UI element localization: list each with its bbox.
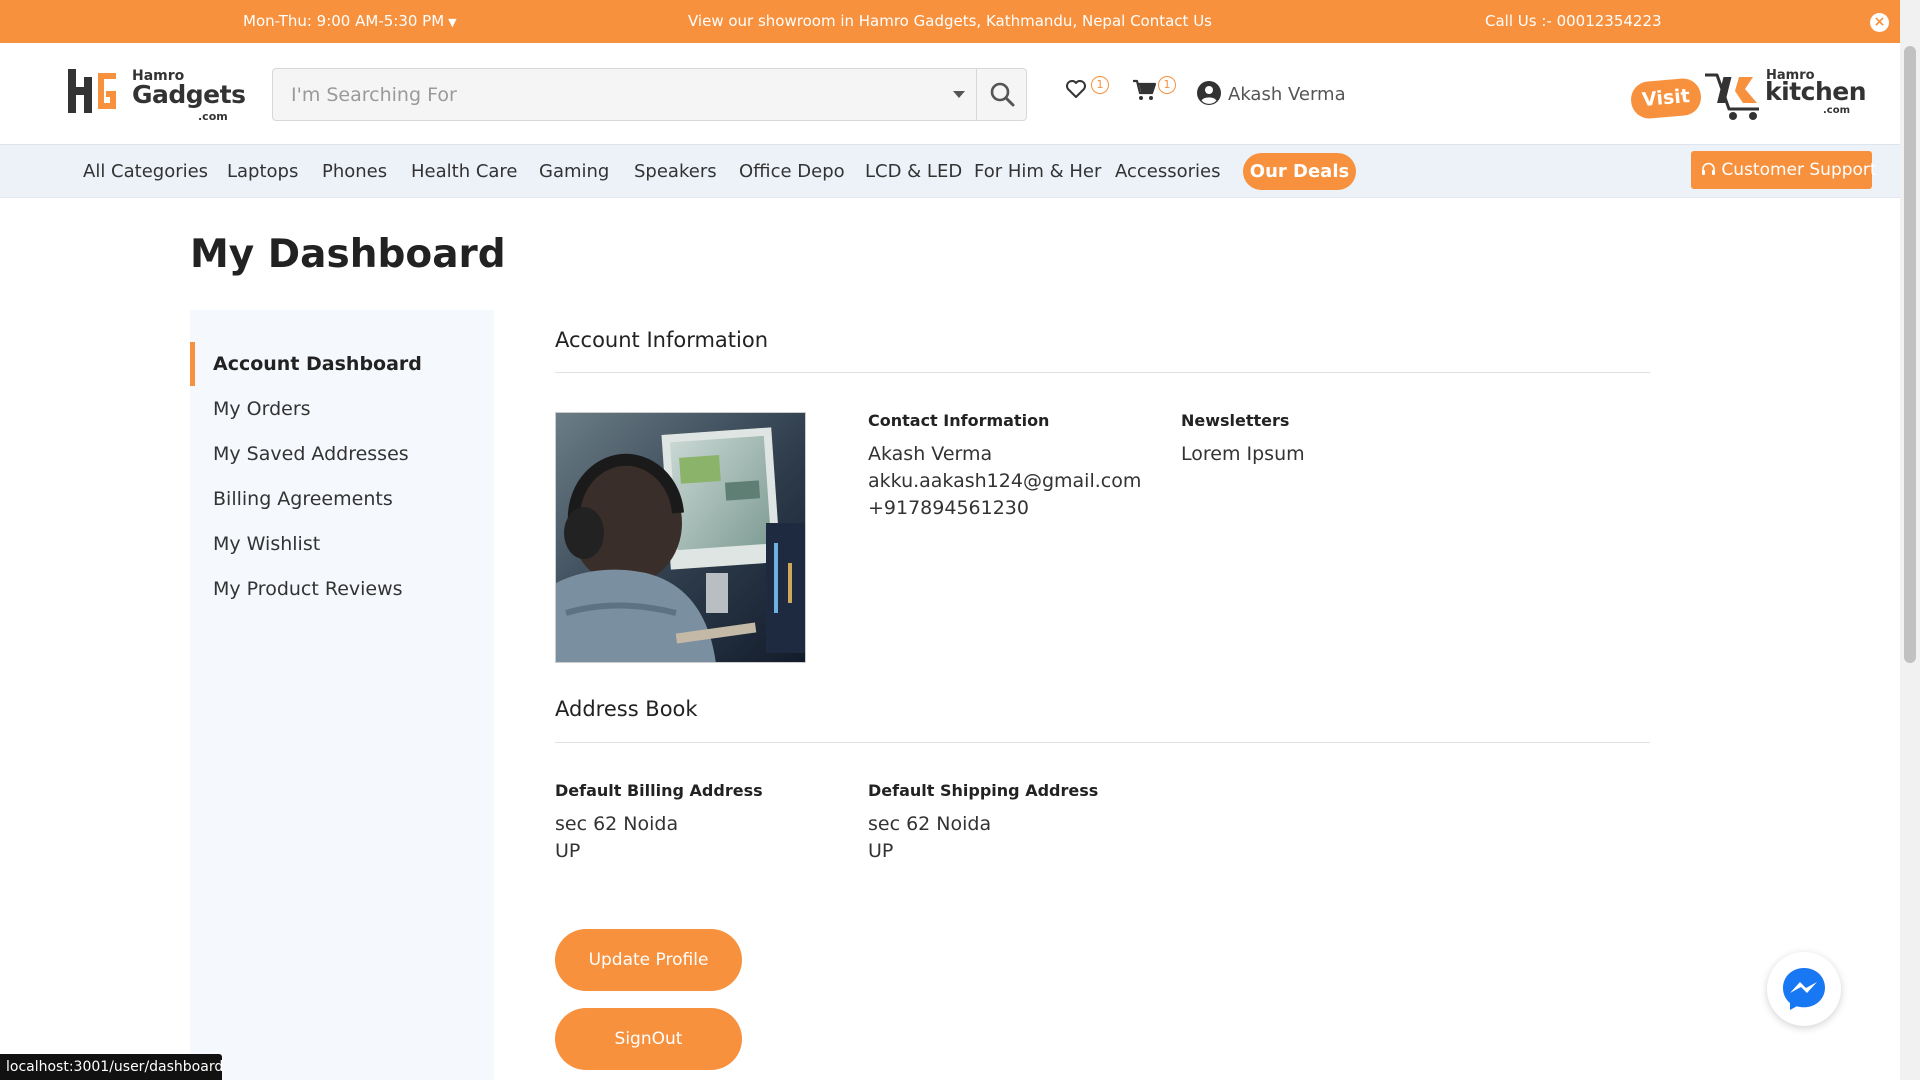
close-icon[interactable]: ×: [1870, 13, 1889, 32]
sidebar-item-account-dashboard[interactable]: Account Dashboard: [213, 353, 422, 375]
nav-item-laptops[interactable]: Laptops: [227, 161, 298, 182]
billing-address-line2: UP: [555, 840, 581, 862]
wishlist-count-badge: 1: [1091, 76, 1109, 94]
nav-item-office-depo[interactable]: Office Depo: [739, 161, 845, 182]
nav-item-phones[interactable]: Phones: [322, 161, 387, 182]
newsletters-value: Lorem Ipsum: [1181, 443, 1305, 465]
logo-mark-icon: [68, 69, 116, 113]
messenger-icon: [1783, 968, 1825, 1010]
nav-item-lcd-led[interactable]: LCD & LED: [865, 161, 962, 182]
sidebar-item-product-reviews[interactable]: My Product Reviews: [213, 578, 403, 600]
nav-item-for-him-her[interactable]: For Him & Her: [974, 161, 1101, 182]
headset-icon: [1702, 162, 1715, 175]
announcement-bar: Mon-Thu: 9:00 AM-5:30 PM ▼ View our showr…: [0, 0, 1900, 43]
signout-button[interactable]: SignOut: [555, 1008, 742, 1070]
category-dropdown-icon[interactable]: [953, 91, 965, 98]
profile-photo: [556, 413, 805, 662]
sidebar-item-billing-agreements[interactable]: Billing Agreements: [213, 488, 393, 510]
search-input[interactable]: [273, 69, 963, 120]
section-divider: [555, 742, 1650, 743]
active-indicator: [190, 342, 195, 386]
billing-address-line1: sec 62 Noida: [555, 813, 679, 835]
contact-phone: +917894561230: [868, 497, 1029, 519]
messenger-chat-button[interactable]: [1767, 952, 1841, 1026]
shipping-address-line1: sec 62 Noida: [868, 813, 992, 835]
address-book-heading: Address Book: [555, 697, 698, 721]
default-shipping-label: Default Shipping Address: [868, 781, 1099, 800]
avatar: [555, 412, 806, 663]
logo-gadgets-text: Gadgets: [132, 80, 246, 109]
contact-information-label: Contact Information: [868, 411, 1050, 430]
sidebar-item-saved-addresses[interactable]: My Saved Addresses: [213, 443, 409, 465]
account-button[interactable]: [1197, 81, 1221, 109]
cart-button[interactable]: [1132, 79, 1157, 105]
nav-item-speakers[interactable]: Speakers: [634, 161, 717, 182]
cart-count-badge: 1: [1158, 76, 1176, 94]
logo-domain-text: .com: [198, 110, 228, 123]
wishlist-button[interactable]: [1065, 79, 1087, 103]
section-divider: [555, 372, 1650, 373]
user-name-link[interactable]: Akash Verma: [1228, 84, 1346, 105]
account-sidebar: Account Dashboard My Orders My Saved Add…: [190, 310, 494, 1080]
kitchen-cart-icon: [1705, 73, 1759, 120]
search-bar: [272, 68, 1027, 121]
default-billing-label: Default Billing Address: [555, 781, 763, 800]
nav-item-health-care[interactable]: Health Care: [411, 161, 518, 182]
sidebar-item-my-wishlist[interactable]: My Wishlist: [213, 533, 320, 555]
page-title: My Dashboard: [190, 232, 506, 277]
shipping-address-line2: UP: [868, 840, 894, 862]
newsletters-label: Newsletters: [1181, 411, 1290, 430]
heart-icon: [1066, 80, 1086, 98]
contact-name: Akash Verma: [868, 443, 993, 465]
call-us-text: Call Us :- 00012354223: [1485, 12, 1662, 30]
visit-button[interactable]: Visit: [1629, 77, 1703, 120]
nav-item-all-categories[interactable]: All Categories: [83, 161, 208, 182]
nav-item-accessories[interactable]: Accessories: [1115, 161, 1221, 182]
search-button[interactable]: [976, 69, 1027, 120]
nav-item-gaming[interactable]: Gaming: [539, 161, 609, 182]
browser-status-url: localhost:3001/user/dashboard: [0, 1054, 223, 1080]
customer-support-button[interactable]: Customer Support: [1691, 151, 1877, 189]
update-profile-button[interactable]: Update Profile: [555, 929, 742, 991]
search-icon: [990, 82, 1015, 107]
site-header: Hamro Gadgets .com 1 1: [0, 43, 1900, 144]
page-scrollbar-thumb[interactable]: [1904, 46, 1916, 663]
user-icon: [1197, 81, 1221, 105]
our-deals-button[interactable]: Our Deals: [1243, 153, 1356, 190]
contact-email: akku.aakash124@gmail.com: [868, 470, 1142, 492]
kitchen-logo-kitchen-text: kitchen: [1765, 77, 1867, 106]
account-information-heading: Account Information: [555, 328, 769, 352]
cart-icon: [1133, 79, 1157, 100]
kitchen-logo-domain-text: .com: [1823, 105, 1851, 116]
sidebar-item-my-orders[interactable]: My Orders: [213, 398, 311, 420]
category-nav: All Categories Laptops Phones Health Car…: [0, 144, 1900, 198]
hamro-gadgets-logo[interactable]: Hamro Gadgets .com: [68, 65, 246, 125]
customer-support-label: Customer Support: [1721, 160, 1877, 180]
hamro-kitchen-logo[interactable]: Hamro kitchen .com: [1703, 63, 1867, 121]
